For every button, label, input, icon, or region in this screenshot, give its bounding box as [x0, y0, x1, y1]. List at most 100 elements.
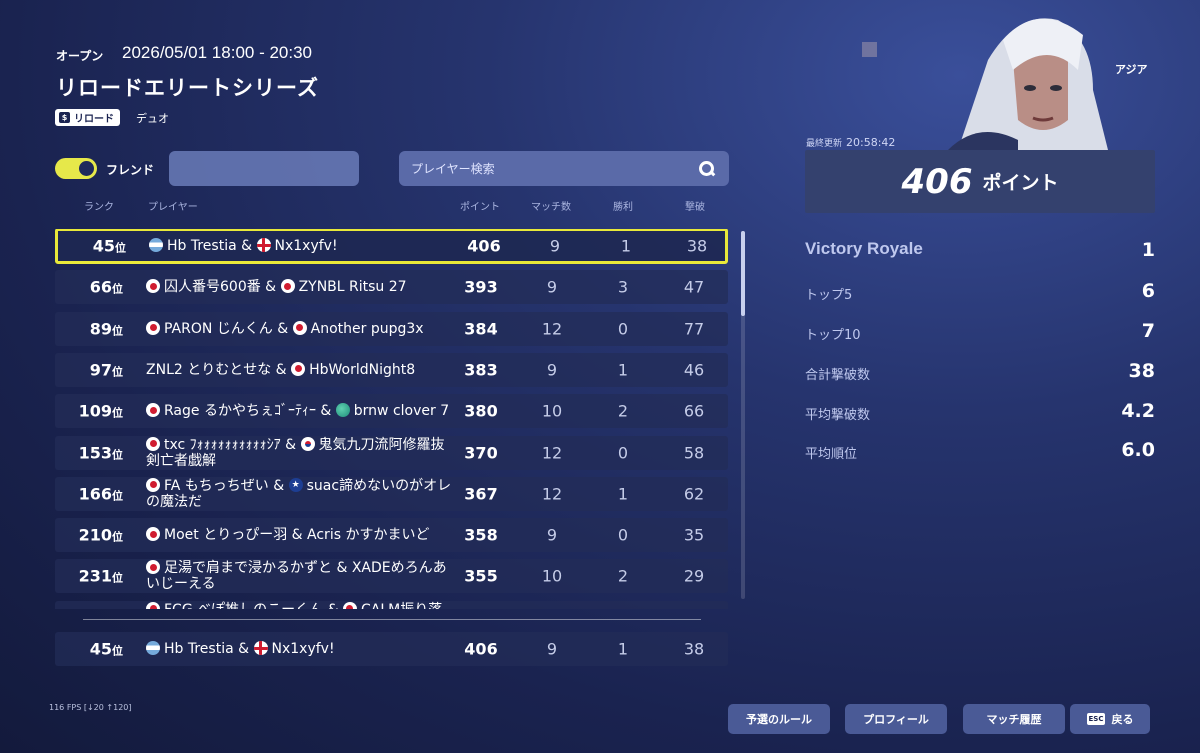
row-wins: 2: [617, 566, 629, 586]
stat-avg-kills: 平均撃破数 4.2: [805, 400, 1155, 423]
row-wins: 2: [617, 401, 629, 421]
row-kills: 66: [683, 401, 705, 421]
event-time: 2026/05/01 18:00 - 20:30: [122, 43, 312, 62]
row-matches: 9: [546, 277, 558, 297]
row-matches: 10: [541, 566, 563, 586]
row-players: Hb Trestia & Nx1xyfv!: [149, 238, 459, 254]
row-players: txc ﾌｫｫｫｫｫｫｫｫｫｫｼｱ & 鬼気九刀流阿修羅抜剣亡者戯解: [146, 436, 445, 469]
table-row[interactable]: 231位 足湯で肩まで浸かるかずと & XADEめろんあいじーえる 355 10 2 29: [55, 559, 728, 594]
row-points: 406: [467, 236, 501, 256]
rules-button[interactable]: 予選のルール: [728, 704, 830, 734]
scrollbar-thumb[interactable]: [741, 231, 745, 316]
japan-flag-icon: [292, 320, 307, 335]
back-button[interactable]: ESC 戻る: [1070, 704, 1150, 734]
row-rank: 97位: [89, 360, 123, 380]
table-row[interactable]: 89位 PARON じんくん & Another pupg3x 384 12 0 77: [55, 311, 728, 346]
mode-label: デュオ: [136, 112, 169, 125]
col-kills: 撃破: [685, 202, 705, 213]
japan-flag-icon: [146, 527, 160, 542]
table-row[interactable]: 66位 囚人番号600番 & ZYNBL Ritsu 27 393 9 3 47: [55, 270, 728, 305]
friends-toggle[interactable]: [55, 158, 97, 179]
argentina-flag-icon: [146, 641, 160, 655]
japan-flag-icon: [146, 320, 160, 335]
table-row[interactable]: 153位 txc ﾌｫｫｫｫｫｫｫｫｫｫｼｱ & 鬼気九刀流阿修羅抜剣亡者戯解 37…: [55, 435, 728, 470]
reload-tag: $ リロード: [55, 109, 120, 126]
my-team-row[interactable]: 45位 Hb Trestia & Nx1xyfv! 406 9 1 38: [55, 632, 728, 666]
row-kills: 38: [686, 236, 708, 256]
table-row[interactable]: 166位 FA もちっちぜい & suac諦めないのがオレの魔法だ 367 12 1 62: [55, 476, 728, 511]
points-unit: ポイント: [982, 172, 1059, 194]
row-matches: 9: [549, 236, 561, 256]
japan-flag-icon: [146, 560, 160, 575]
event-status: オープン: [56, 49, 104, 63]
col-rank: ランク: [84, 202, 114, 213]
col-player: プレイヤー: [148, 202, 198, 213]
row-wins: 1: [617, 360, 629, 380]
japan-flag-icon: [342, 601, 357, 609]
fps-counter: 116 FPS [↓20 ↑120]: [49, 703, 132, 712]
row-matches: 10: [541, 401, 563, 421]
row-wins: 1: [617, 484, 629, 504]
korea-flag-icon: [300, 436, 315, 451]
stat-avg-placement: 平均順位 6.0: [805, 439, 1155, 462]
row-kills: 46: [683, 360, 705, 380]
col-wins: 勝利: [613, 202, 633, 213]
col-matches: マッチ数: [531, 202, 571, 213]
row-rank: 45位: [92, 236, 126, 256]
england-flag-icon: [256, 238, 271, 252]
row-matches: 9: [546, 525, 558, 545]
row-players: 足湯で肩まで浸かるかずと & XADEめろんあいじーえる: [146, 560, 447, 593]
row-points: 384: [464, 319, 498, 339]
friends-label: フレンド: [106, 163, 155, 177]
england-flag-icon: [253, 641, 268, 655]
row-wins: 3: [617, 277, 629, 297]
table-row-selected[interactable]: 45位 Hb Trestia & Nx1xyfv! 406 9 1 38: [55, 229, 728, 264]
row-kills: 62: [683, 484, 705, 504]
row-wins: 1: [620, 236, 632, 256]
row-matches: 9: [546, 360, 558, 380]
table-row[interactable]: 109位 Rage るかやちぇｺﾞｰﾃｨｰ & brnw clover 7 380 1…: [55, 394, 728, 429]
table-row[interactable]: FCG べぽ推しのこーくん & CALM振り落とされ: [55, 600, 728, 609]
col-points: ポイント: [460, 202, 500, 213]
row-points: 358: [464, 525, 498, 545]
divider: [83, 619, 701, 620]
stat-victory-royale: Victory Royale 1: [805, 239, 1155, 261]
region-label: アジア: [1115, 63, 1148, 76]
row-rank: 210位: [78, 525, 123, 545]
leaderboard-list[interactable]: 45位 Hb Trestia & Nx1xyfv! 406 9 1 38 66位 囚人番号60…: [55, 229, 730, 609]
row-points: 383: [464, 360, 498, 380]
japan-flag-icon: [146, 279, 160, 294]
reload-tag-label: リロード: [74, 114, 114, 125]
japan-flag-icon: [146, 477, 160, 492]
esc-key-icon: ESC: [1086, 713, 1106, 725]
row-players: ZNL2 とりむとせな & HbWorldNight8: [146, 361, 416, 378]
row-rank: 153位: [78, 443, 123, 462]
row-kills: 29: [683, 566, 705, 586]
row-rank: 45位: [89, 639, 123, 659]
row-kills: 38: [683, 639, 705, 659]
last-updated: 最終更新 20:58:42: [806, 136, 896, 149]
row-points: 393: [464, 277, 498, 297]
row-players: 囚人番号600番 & ZYNBL Ritsu 27: [146, 279, 456, 295]
player-search-input[interactable]: プレイヤー検索: [399, 151, 729, 186]
toggle-knob: [79, 161, 94, 176]
row-wins: 0: [617, 525, 629, 545]
filter-field[interactable]: [169, 151, 359, 186]
row-kills: 47: [683, 277, 705, 297]
search-icon[interactable]: [699, 160, 715, 177]
row-matches: 12: [541, 484, 563, 504]
row-players: Hb Trestia & Nx1xyfv!: [146, 641, 456, 657]
row-points: 380: [464, 401, 498, 421]
stat-top5: トップ5 6: [805, 280, 1155, 303]
row-players: PARON じんくん & Another pupg3x: [146, 320, 456, 337]
table-row[interactable]: 210位 Moet とりっぴー羽 & Acris かすかまいど 358 9 0 35: [55, 518, 728, 553]
match-history-button[interactable]: マッチ履歴: [963, 704, 1065, 734]
row-rank: 166位: [78, 484, 123, 504]
row-wins: 0: [617, 443, 629, 462]
row-matches: 12: [541, 319, 563, 339]
page-title: リロードエリートシリーズ: [56, 76, 319, 100]
row-points: 355: [464, 566, 498, 586]
profile-button[interactable]: プロフィール: [845, 704, 947, 734]
points-value: 406: [901, 161, 973, 202]
table-row[interactable]: 97位 ZNL2 とりむとせな & HbWorldNight8 383 9 1 46: [55, 352, 728, 387]
